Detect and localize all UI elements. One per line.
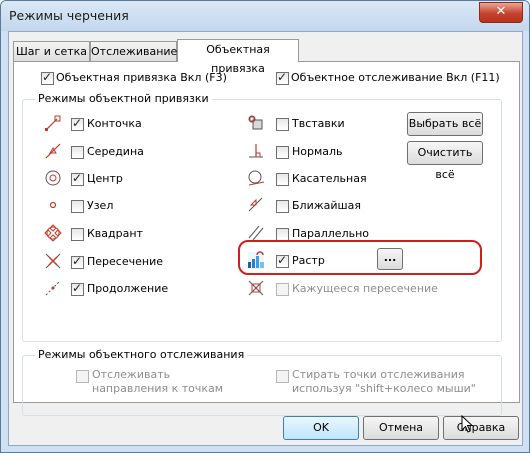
clear-all-button[interactable]: Очистить всё — [407, 141, 483, 181]
endpoint-checkbox[interactable] — [71, 116, 84, 131]
node-checkbox[interactable] — [71, 200, 84, 213]
close-icon: ✕ — [495, 4, 507, 19]
quadrant-icon — [44, 224, 62, 242]
otrack-on-checkbox[interactable] — [276, 70, 289, 85]
quadrant-checkbox[interactable] — [71, 228, 84, 241]
extension-checkbox[interactable] — [71, 281, 84, 296]
title-bar[interactable]: Режимы черчения ✕ — [1, 1, 529, 31]
tangent-label: Касательная — [292, 172, 367, 185]
parallel-label: Параллельно — [292, 227, 369, 240]
apparent-intersection-label: Кажущееся пересечение — [292, 282, 438, 295]
mouse-cursor-icon — [461, 415, 474, 433]
erase-points-checkbox[interactable] — [276, 370, 289, 383]
insertion-icon — [248, 115, 263, 130]
intersection-icon — [45, 253, 61, 269]
center-label: Центр — [87, 172, 123, 185]
tab-object-snap[interactable]: Объектная привязка — [177, 39, 299, 75]
perpendicular-label: Нормаль — [292, 145, 343, 158]
apparent-intersection-icon — [248, 280, 264, 296]
window-title: Режимы черчения — [9, 8, 129, 23]
intersection-checkbox[interactable] — [71, 254, 84, 269]
track-directions-label-1: Отслеживать — [92, 368, 171, 381]
otrack-on-label: Объектное отслеживание Вкл (F11) — [291, 71, 500, 84]
tangent-icon — [248, 170, 265, 186]
osnap-on-label: Объектная привязка Вкл (F3) — [56, 71, 227, 84]
raster-highlight — [238, 240, 482, 275]
erase-points-label-2: используя "shift+колесо мыши" — [292, 382, 476, 395]
center-icon — [45, 170, 61, 186]
cancel-button[interactable]: Отмена — [363, 416, 439, 440]
endpoint-icon — [45, 115, 61, 131]
ok-button[interactable]: OK — [283, 416, 359, 440]
midpoint-checkbox[interactable] — [71, 146, 84, 159]
tab-tracking[interactable]: Отслеживание — [90, 41, 177, 61]
help-button[interactable]: Справка — [443, 416, 519, 440]
tangent-checkbox[interactable] — [276, 173, 289, 186]
extension-icon — [45, 280, 61, 296]
nearest-label: Ближайшая — [292, 199, 361, 212]
nearest-checkbox[interactable] — [276, 200, 289, 213]
perpendicular-checkbox[interactable] — [276, 146, 289, 159]
apparent-intersection-checkbox[interactable] — [276, 283, 289, 296]
tracking-modes-title: Режимы объектного отслеживания — [35, 348, 248, 361]
track-directions-checkbox[interactable] — [76, 370, 89, 383]
intersection-label: Пересечение — [87, 255, 163, 268]
close-button[interactable]: ✕ — [479, 2, 523, 23]
insertion-checkbox[interactable] — [276, 118, 289, 131]
object-snap-panel: Объектная привязка Вкл (F3) Объектное от… — [13, 61, 520, 416]
node-label: Узел — [87, 199, 114, 212]
osnap-on-checkbox[interactable] — [41, 70, 54, 85]
osnap-modes-title: Режимы объектной привязки — [35, 92, 212, 105]
nearest-icon — [248, 197, 263, 212]
node-icon — [49, 201, 57, 209]
midpoint-icon — [45, 143, 61, 159]
dialog-client: Шаг и сетка Отслеживание Объектная привя… — [8, 31, 523, 446]
perpendicular-icon — [249, 144, 263, 158]
midpoint-label: Середина — [87, 145, 144, 158]
dialog-window: Режимы черчения ✕ Шаг и сетка Отслеживан… — [0, 0, 530, 453]
quadrant-label: Квадрант — [87, 227, 143, 240]
track-directions-label-2: направления к точкам — [92, 382, 224, 395]
select-all-button[interactable]: Выбрать всё — [407, 112, 483, 136]
center-checkbox[interactable] — [71, 171, 84, 186]
insertion-label: Твставки — [292, 117, 345, 130]
endpoint-label: Конточка — [87, 117, 142, 130]
extension-label: Продолжение — [87, 282, 169, 295]
erase-points-label-1: Стирать точки отслеживания — [292, 368, 465, 381]
tab-snap-grid[interactable]: Шаг и сетка — [13, 41, 90, 61]
